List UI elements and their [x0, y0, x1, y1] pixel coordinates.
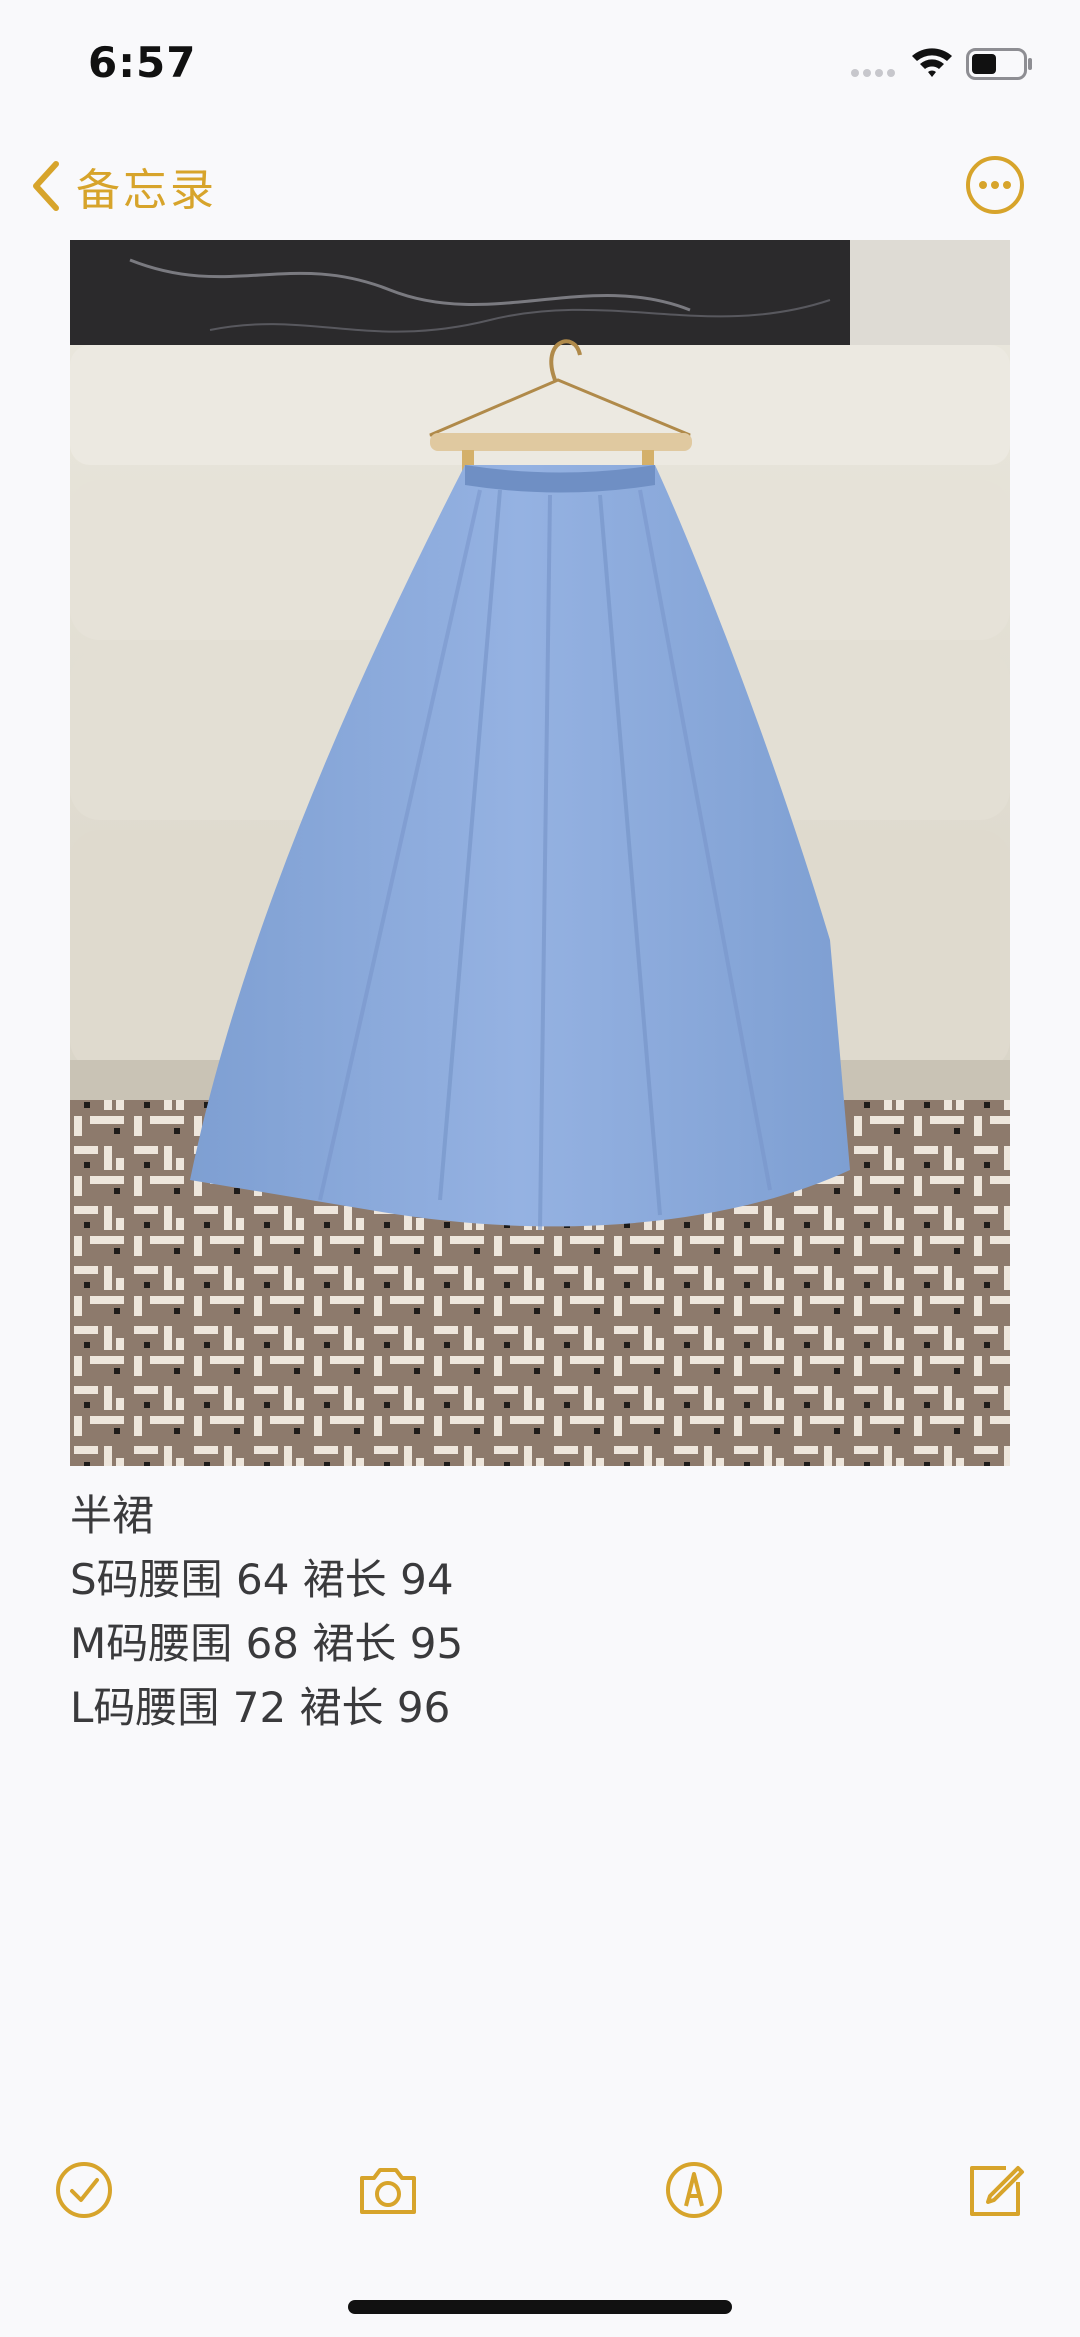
navigation-bar: 备忘录	[0, 140, 1080, 230]
home-indicator[interactable]	[348, 2300, 732, 2314]
note-image-attachment[interactable]	[70, 240, 1010, 1466]
camera-icon[interactable]	[354, 2156, 422, 2224]
chevron-left-icon	[33, 161, 59, 211]
wifi-icon	[912, 48, 952, 77]
back-button[interactable]: 备忘录	[28, 154, 217, 218]
note-line-size-s: S码腰围 64 裙长 94	[70, 1555, 454, 1604]
note-line-title: 半裙	[70, 1491, 155, 1540]
note-line-size-m: M码腰围 68 裙长 95	[70, 1619, 464, 1668]
more-options-icon[interactable]	[964, 154, 1026, 216]
note-body[interactable]: 半裙 S码腰围 64 裙长 94 M码腰围 68 裙长 95 L码腰围 72 裙…	[70, 1484, 1010, 1740]
compose-icon[interactable]	[962, 2156, 1030, 2224]
bottom-toolbar	[0, 2150, 1080, 2230]
checklist-icon[interactable]	[50, 2156, 118, 2224]
markup-pen-icon[interactable]	[660, 2156, 728, 2224]
notes-screen: 6:57 备忘录 半裙 S码腰围 64 裙长 94 M码腰围 68 裙长 95 …	[0, 0, 1080, 2337]
back-label: 备忘录	[76, 165, 217, 216]
status-bar: 6:57	[0, 0, 1080, 120]
battery-icon	[966, 48, 1032, 80]
status-time: 6:57	[88, 38, 197, 87]
cellular-signal-icon	[851, 69, 895, 77]
skirt-photo	[70, 240, 1010, 1466]
note-line-size-l: L码腰围 72 裙长 96	[70, 1683, 451, 1732]
